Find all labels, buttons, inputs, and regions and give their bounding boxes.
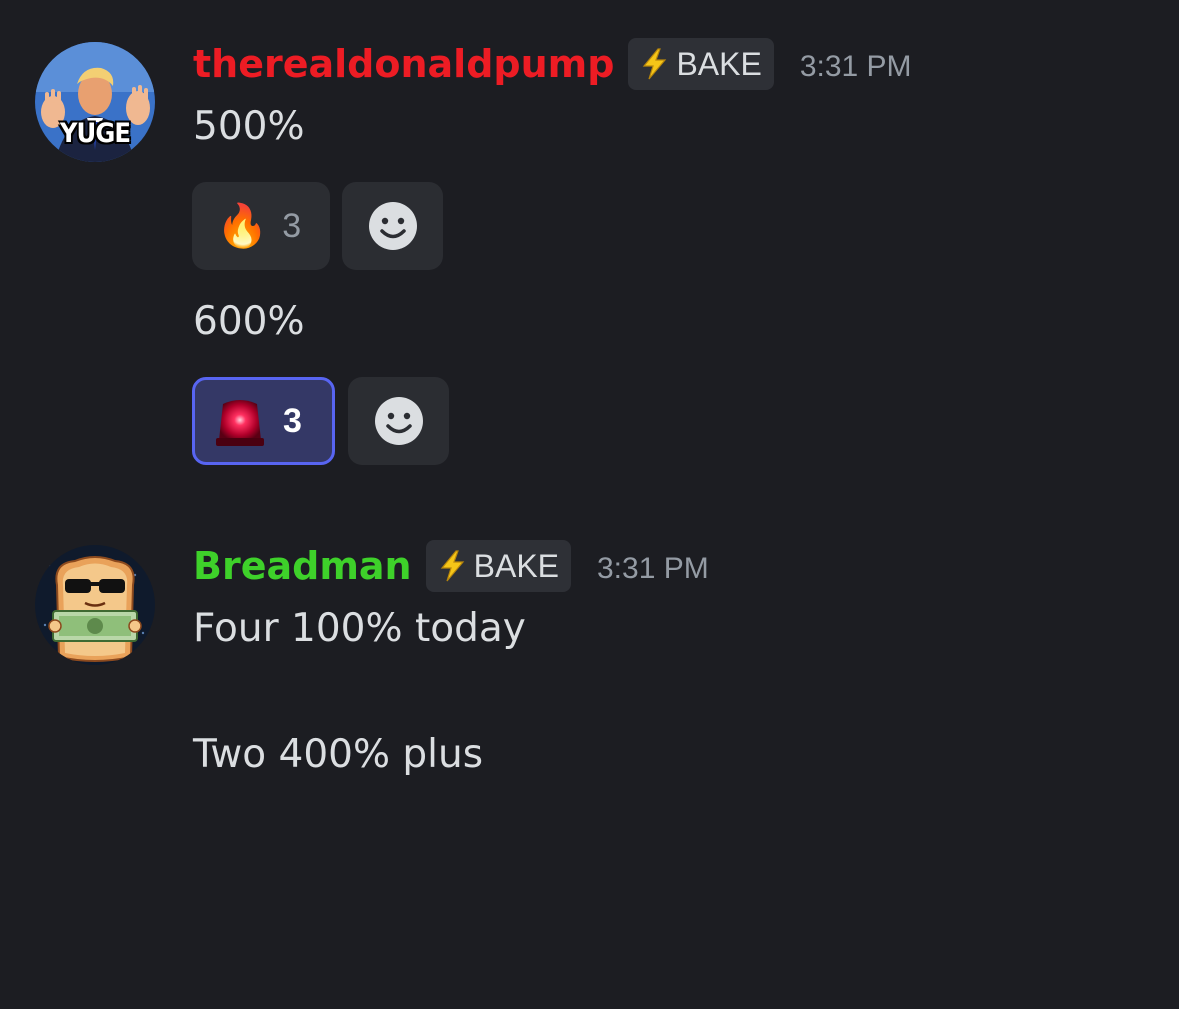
role-tag[interactable]: BAKE bbox=[628, 38, 774, 90]
reaction-fire[interactable]: 🔥 3 bbox=[192, 182, 330, 270]
avatar-caption: YUGE bbox=[59, 118, 131, 149]
reaction-count: 3 bbox=[283, 401, 302, 440]
red-siren-icon bbox=[216, 400, 264, 446]
timestamp[interactable]: 3:31 PM bbox=[597, 546, 709, 586]
username[interactable]: Breadman bbox=[193, 544, 412, 588]
username[interactable]: therealdonaldpump bbox=[193, 42, 614, 86]
role-tag-label: BAKE bbox=[676, 45, 762, 82]
smiley-add-icon bbox=[374, 397, 423, 445]
add-reaction-button[interactable] bbox=[348, 377, 449, 465]
lightning-bolt-icon bbox=[643, 48, 667, 80]
lightning-bolt-icon bbox=[440, 550, 464, 582]
role-tag-label: BAKE bbox=[473, 547, 559, 584]
bread-sunglasses-avatar-icon bbox=[35, 545, 155, 665]
message-text: 500% bbox=[193, 104, 305, 149]
timestamp[interactable]: 3:31 PM bbox=[800, 44, 912, 84]
role-tag[interactable]: BAKE bbox=[425, 540, 571, 592]
message-text: 600% bbox=[193, 299, 305, 344]
avatar[interactable]: YUGE bbox=[35, 42, 155, 162]
message-header: Breadman BAKE 3:31 PM bbox=[193, 538, 709, 594]
fire-icon: 🔥 bbox=[216, 201, 269, 250]
reaction-red-siren[interactable]: 3 bbox=[192, 377, 335, 465]
message-header: therealdonaldpump BAKE 3:31 PM bbox=[193, 36, 912, 92]
smiley-add-icon bbox=[368, 202, 417, 250]
chat-message-list: YUGE therealdonaldpump BAKE 3:31 PM 500%… bbox=[0, 0, 1179, 1009]
add-reaction-button[interactable] bbox=[342, 182, 443, 270]
message-text: Two 400% plus bbox=[193, 732, 484, 777]
reaction-count: 3 bbox=[282, 206, 302, 245]
avatar[interactable] bbox=[35, 545, 155, 665]
message-text: Four 100% today bbox=[193, 606, 526, 651]
